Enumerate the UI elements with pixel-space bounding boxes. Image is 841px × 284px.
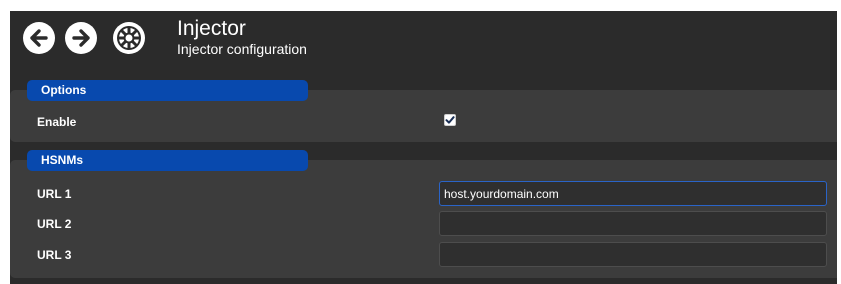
url1-label: URL 1 xyxy=(37,187,72,201)
url2-label: URL 2 xyxy=(37,217,72,231)
arrow-left-icon xyxy=(30,29,48,47)
tab-hsnms[interactable]: HSNMs xyxy=(27,150,308,171)
tab-options[interactable]: Options xyxy=(27,80,308,101)
page-subtitle: Injector configuration xyxy=(177,41,307,57)
url3-input[interactable] xyxy=(439,242,827,267)
enable-label: Enable xyxy=(37,115,77,129)
arrow-right-icon xyxy=(72,29,90,47)
injector-panel: Injector Injector configuration Options … xyxy=(10,11,837,284)
page-title: Injector xyxy=(177,17,246,40)
url1-input[interactable] xyxy=(439,181,827,206)
url3-label: URL 3 xyxy=(37,248,72,262)
enable-checkbox[interactable] xyxy=(444,114,456,126)
url2-input[interactable] xyxy=(439,211,827,236)
back-button[interactable] xyxy=(23,22,55,54)
check-icon xyxy=(445,116,455,124)
forward-button[interactable] xyxy=(65,22,97,54)
settings-wheel-icon xyxy=(117,26,141,50)
settings-button[interactable] xyxy=(113,22,145,54)
